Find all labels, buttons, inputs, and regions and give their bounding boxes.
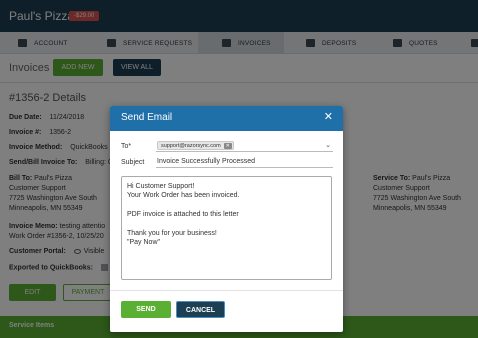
body-line: "Pay Now" [127,239,160,247]
cancel-button[interactable]: CANCEL [176,301,225,318]
subject-input[interactable]: Invoice Successfully Processed [156,157,333,168]
to-field[interactable]: support@razorsync.com ✕ ⌄ [156,140,333,152]
recipient-chip: support@razorsync.com ✕ [157,141,234,150]
send-email-dialog: Send Email ✕ To* support@razorsync.com ✕… [110,106,343,332]
email-body-textarea[interactable]: Hi Customer Support! Your Work Order has… [121,176,332,280]
send-button[interactable]: SEND [121,301,171,318]
dialog-title: Send Email [121,112,173,123]
dialog-footer-divider [110,290,343,291]
body-line: Hi Customer Support! [127,183,195,190]
body-line: Your Work Order has been invoiced. [127,192,240,200]
chevron-down-icon[interactable]: ⌄ [325,141,331,149]
recipient-chip-label: support@razorsync.com [161,143,221,149]
dialog-header: Send Email ✕ [110,106,343,131]
to-label: To* [121,143,132,150]
body-line: PDF invoice is attached to this letter [127,211,239,219]
body-line: Thank you for your business! [127,230,217,237]
close-icon[interactable]: ✕ [324,111,333,123]
subject-label: Subject [121,159,145,166]
remove-recipient-icon[interactable]: ✕ [223,143,232,149]
